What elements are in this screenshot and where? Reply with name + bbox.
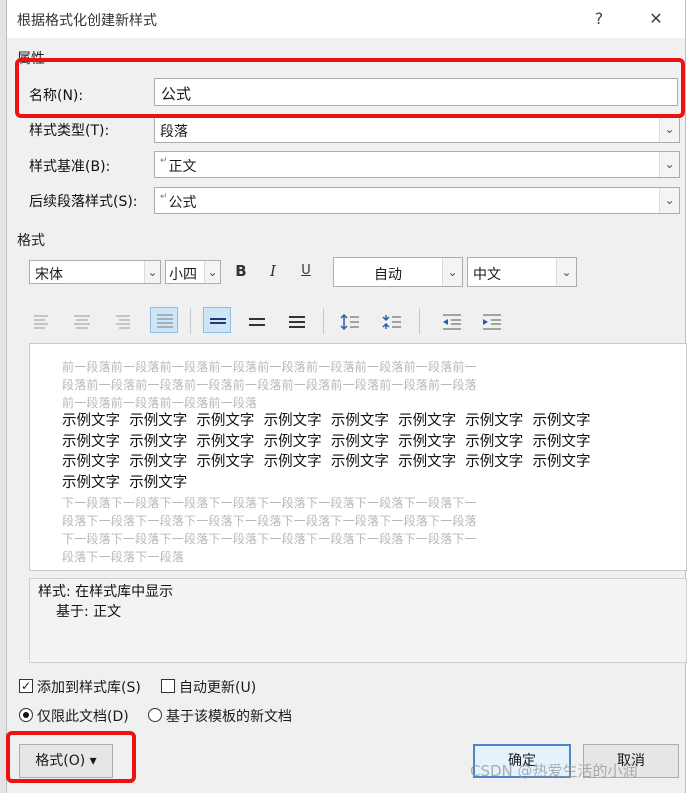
- add-to-gallery-checkbox[interactable]: ✓: [19, 679, 33, 693]
- underline-button[interactable]: U: [295, 260, 317, 282]
- preview-next-paragraph: 下一段落下一段落下一段落下一段落下一段落下一段落下一段落下一段落下一 段落下一段…: [62, 494, 628, 566]
- template-documents-label[interactable]: 基于该模板的新文档: [166, 706, 292, 726]
- chevron-down-icon[interactable]: ⌄: [659, 117, 679, 142]
- help-button[interactable]: ?: [584, 4, 614, 34]
- chevron-down-icon[interactable]: ⌄: [659, 152, 679, 177]
- preview-next-line: 下一段落下一段落下一段落下一段落下一段落下一段落下一段落下一段落下一: [62, 532, 477, 546]
- script-select[interactable]: 中文 ⌄: [467, 257, 577, 287]
- preview-sample-line: 示例文字 示例文字 示例文字 示例文字 示例文字 示例文字 示例文字 示例文字: [62, 413, 591, 429]
- preview-prev-line: 前一段落前一段落前一段落前一段落: [62, 396, 258, 410]
- preview-prev-line: 前一段落前一段落前一段落前一段落前一段落前一段落前一段落前一段落前一: [62, 360, 477, 374]
- properties-section-label: 属性: [17, 51, 45, 67]
- paragraph-mark-icon: ↵: [160, 192, 168, 202]
- name-input[interactable]: 公式: [154, 78, 678, 106]
- only-this-document-radio[interactable]: [19, 708, 33, 722]
- paragraph-mark-icon: ↵: [160, 156, 168, 166]
- decrease-paragraph-spacing-icon[interactable]: [377, 309, 405, 335]
- preview-next-line: 下一段落下一段落下一段落下一段落下一段落下一段落下一段落下一段落下一: [62, 496, 477, 510]
- close-button[interactable]: ✕: [641, 4, 671, 34]
- watermark-text: CSDN @热爱生活的小润: [470, 762, 638, 780]
- preview-sample-paragraph: 示例文字 示例文字 示例文字 示例文字 示例文字 示例文字 示例文字 示例文字 …: [62, 411, 642, 493]
- chevron-down-icon[interactable]: ⌄: [144, 261, 160, 283]
- only-this-document-label[interactable]: 仅限此文档(D): [37, 706, 129, 726]
- style-type-value: 段落: [160, 124, 188, 140]
- auto-update-label[interactable]: 自动更新(U): [179, 677, 256, 697]
- format-menu-button[interactable]: 格式(O) ▾: [19, 744, 113, 778]
- align-left-icon[interactable]: [28, 309, 56, 335]
- toolbar-divider: [419, 308, 420, 334]
- formatting-section-label: 格式: [17, 233, 45, 249]
- increase-paragraph-spacing-icon[interactable]: [335, 309, 363, 335]
- title-bar: 根据格式化创建新样式 ? ✕: [7, 0, 685, 38]
- align-center-icon[interactable]: [68, 309, 96, 335]
- chevron-down-icon[interactable]: ⌄: [442, 258, 462, 286]
- toolbar-divider: [190, 308, 191, 334]
- font-color-select[interactable]: 自动 ⌄: [333, 257, 463, 287]
- preview-prev-line: 段落前一段落前一段落前一段落前一段落前一段落前一段落前一段落前一段落: [62, 378, 477, 392]
- preview-sample-line: 示例文字 示例文字: [62, 474, 188, 491]
- preview-sample-line: 示例文字 示例文字 示例文字 示例文字 示例文字 示例文字 示例文字 示例文字: [62, 454, 591, 470]
- one-half-spacing-icon[interactable]: [243, 309, 271, 335]
- script-value: 中文: [473, 267, 501, 283]
- size-select[interactable]: 小四 ⌄: [165, 260, 221, 284]
- next-style-value: 公式: [168, 195, 197, 211]
- preview-previous-paragraph: 前一段落前一段落前一段落前一段落前一段落前一段落前一段落前一段落前一 段落前一段…: [62, 358, 628, 412]
- next-style-label: 后续段落样式(S):: [29, 194, 138, 210]
- description-line: 基于: 正文: [56, 604, 122, 620]
- decrease-indent-icon[interactable]: [437, 309, 465, 335]
- align-right-icon[interactable]: [108, 309, 136, 335]
- size-value: 小四: [169, 267, 197, 283]
- auto-update-checkbox[interactable]: [161, 679, 175, 693]
- double-spacing-icon[interactable]: [283, 309, 311, 335]
- single-spacing-icon[interactable]: [203, 307, 231, 333]
- new-style-dialog: 根据格式化创建新样式 ? ✕ 属性 名称(N): 公式 样式类型(T): 段落 …: [6, 0, 687, 793]
- italic-button[interactable]: I: [262, 260, 284, 282]
- style-type-select[interactable]: 段落 ⌄: [154, 116, 680, 143]
- based-on-select[interactable]: ↵正文 ⌄: [154, 151, 680, 178]
- chevron-down-icon[interactable]: ⌄: [556, 258, 576, 286]
- preview-sample-line: 示例文字 示例文字 示例文字 示例文字 示例文字 示例文字 示例文字 示例文字: [62, 433, 591, 450]
- toolbar-divider: [323, 308, 324, 334]
- font-color-value: 自动: [374, 267, 402, 283]
- style-type-label: 样式类型(T):: [29, 123, 110, 139]
- preview-next-line: 段落下一段落下一段落下一段落下一段落下一段落下一段落下一段落下一段落: [62, 514, 477, 528]
- next-style-select[interactable]: ↵公式 ⌄: [154, 187, 680, 214]
- based-on-value: 正文: [168, 159, 197, 175]
- based-on-label: 样式基准(B):: [29, 159, 111, 175]
- add-to-gallery-label[interactable]: 添加到样式库(S): [37, 677, 141, 697]
- bold-button[interactable]: B: [230, 260, 252, 282]
- dialog-title: 根据格式化创建新样式: [17, 13, 157, 29]
- chevron-down-icon[interactable]: ⌄: [659, 188, 679, 213]
- preview-next-line: 段落下一段落下一段落: [62, 550, 185, 564]
- justify-icon[interactable]: [150, 307, 178, 333]
- font-select[interactable]: 宋体 ⌄: [29, 260, 161, 284]
- name-label: 名称(N):: [29, 88, 84, 104]
- increase-indent-icon[interactable]: [477, 309, 505, 335]
- template-documents-radio[interactable]: [148, 708, 162, 722]
- font-value: 宋体: [35, 267, 63, 283]
- style-preview: 前一段落前一段落前一段落前一段落前一段落前一段落前一段落前一段落前一 段落前一段…: [29, 343, 687, 571]
- description-line: 样式: 在样式库中显示: [38, 584, 174, 600]
- style-description: 样式: 在样式库中显示 基于: 正文: [29, 578, 687, 663]
- chevron-down-icon[interactable]: ⌄: [204, 261, 220, 283]
